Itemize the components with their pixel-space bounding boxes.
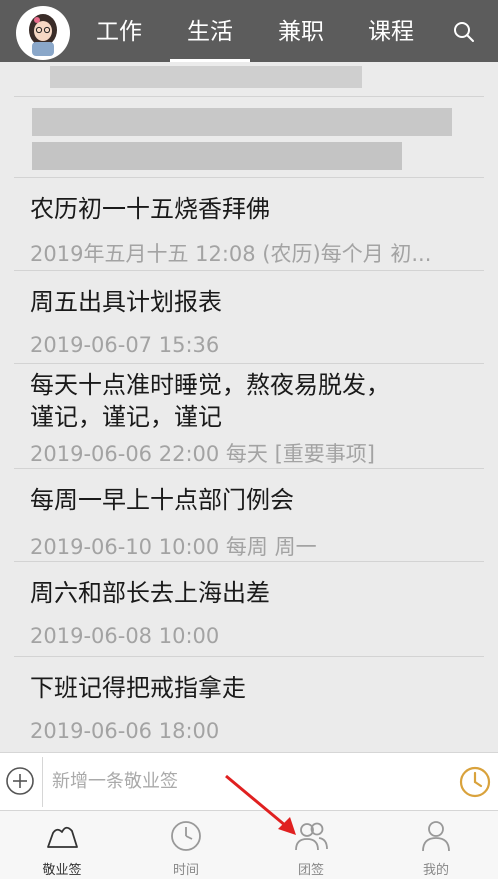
list-item[interactable]: 每周一早上十点部门例会 2019-06-10 10:00 每周 周一 [0,469,498,561]
search-icon[interactable] [452,20,476,44]
list-item[interactable]: 每天十点准时睡觉，熬夜易脱发， 谨记，谨记，谨记 2019-06-06 22:0… [0,364,498,468]
item-title: 下班记得把戒指拿走 [30,674,246,702]
list-item[interactable]: 周六和部长去上海出差 2019-06-08 10:00 [0,562,498,656]
item-title-line2: 谨记，谨记，谨记 [30,403,222,431]
nav-label: 团签 [297,863,324,878]
divider [14,96,484,97]
item-time: 2019-06-06 22:00 每天 [重要事项] [30,442,375,466]
nav-mine[interactable]: 我的 [374,811,498,879]
reminder-time-clock-icon[interactable] [458,765,492,799]
list-item[interactable]: 下班记得把戒指拿走 2019-06-06 18:00 [0,657,498,752]
add-icon[interactable] [4,765,36,797]
item-title: 周六和部长去上海出差 [30,579,270,607]
item-title: 每周一早上十点部门例会 [30,486,294,514]
bottom-nav: 敬业签 时间 团签 我的 [0,810,498,879]
nav-jingyeqian[interactable]: 敬业签 [0,811,124,879]
clock-icon [168,819,204,853]
nav-team[interactable]: 团签 [249,811,373,879]
add-reminder-bar [0,752,498,810]
nav-label: 我的 [422,863,449,878]
nav-label: 时间 [172,863,199,878]
tab-work[interactable]: 工作 [88,0,150,62]
redacted-text [32,108,452,136]
nav-label: 敬业签 [42,863,82,878]
cloud-icon [44,819,80,853]
tab-life[interactable]: 生活 [170,0,250,62]
user-icon [418,819,454,853]
tab-parttime[interactable]: 兼职 [270,0,332,62]
item-time: 2019-06-06 18:00 [30,719,220,743]
item-time: 2019-06-07 15:36 [30,333,220,357]
item-title: 农历初一十五烧香拜佛 [30,195,270,223]
list-item[interactable]: 周五出具计划报表 2019-06-07 15:36 [0,271,498,363]
item-time: 2019年五月十五 12:08 (农历)每个月 初... [30,242,432,266]
group-icon [293,819,329,853]
divider [42,757,43,807]
item-time: 2019-06-08 10:00 [30,624,220,648]
nav-time[interactable]: 时间 [124,811,248,879]
avatar[interactable] [16,6,70,60]
list-item[interactable]: 农历初一十五烧香拜佛 2019年五月十五 12:08 (农历)每个月 初... [0,178,498,270]
redacted-text [32,142,402,170]
item-title: 每天十点准时睡觉，熬夜易脱发， [30,371,390,399]
item-title: 周五出具计划报表 [30,288,222,316]
redacted-text [50,66,362,88]
reminder-list[interactable]: 农历初一十五烧香拜佛 2019年五月十五 12:08 (农历)每个月 初... … [0,62,498,752]
tab-courses[interactable]: 课程 [360,0,422,62]
new-reminder-input[interactable] [48,759,446,803]
item-time: 2019-06-10 10:00 每周 周一 [30,535,317,559]
top-bar: 工作 生活 兼职 课程 [0,0,498,62]
